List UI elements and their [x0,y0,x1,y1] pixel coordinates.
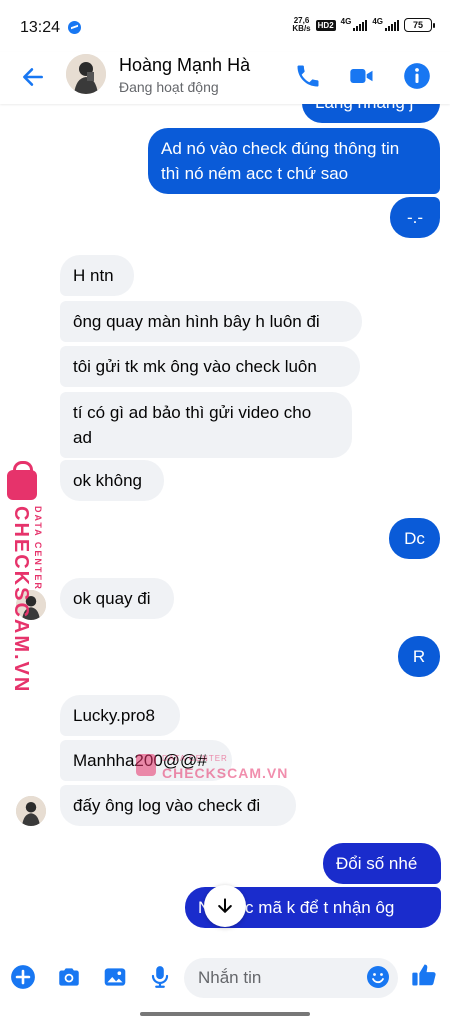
message-outgoing[interactable]: R [398,636,440,677]
watermark-side: CHECKSCAM.VN DATA CENTER [5,461,53,693]
message-composer [0,950,450,1004]
network-speed-unit: KB/s [292,24,311,33]
message-incoming[interactable]: đấy ông log vào check đi [60,785,296,826]
message-incoming[interactable]: ok không [60,460,164,501]
network-type-2: 4G [372,17,383,26]
status-bar: 13:24 27,6 KB/s HD2 4G 4G 75 [0,0,450,52]
message-incoming[interactable]: tí có gì ad bảo thì gửi video cho ad [60,392,352,458]
message-outgoing[interactable]: -.- [390,197,440,238]
microphone-icon[interactable] [147,964,173,990]
contact-avatar-small[interactable] [16,796,46,826]
contact-status: Đang hoạt động [119,79,219,95]
contact-name[interactable]: Hoàng Mạnh Hà [119,55,250,76]
battery-icon: 75 [404,18,435,32]
network-type-1: 4G [340,17,352,26]
scroll-to-bottom-button[interactable] [204,885,246,927]
network-speed: 27,6 KB/s [292,17,310,33]
message-outgoing[interactable]: Dc [389,518,440,559]
message-incoming[interactable]: tôi gửi tk mk ông vào check luôn [60,346,360,387]
battery-level: 75 [412,20,423,30]
camera-icon[interactable] [56,964,82,990]
thumbs-up-icon[interactable] [410,961,438,989]
watermark-lock-icon [7,461,37,500]
watermark-tagline: DATA CENTER [162,754,228,763]
hd-badge: HD2 [315,19,336,31]
status-time: 13:24 [20,19,61,36]
message-incoming[interactable]: H ntn [60,255,134,296]
phone-icon[interactable] [294,62,322,90]
watermark-lock-icon [136,754,156,776]
watermark-brand: CHECKSCAM.VN [162,765,289,781]
emoji-icon[interactable] [366,965,390,989]
signal-icon-1 [353,19,368,31]
status-indicators: 27,6 KB/s HD2 4G 4G 75 [292,17,435,33]
contact-avatar[interactable] [66,54,106,94]
message-incoming[interactable]: ông quay màn hình bây h luôn đi [60,301,362,342]
home-indicator [140,1012,310,1016]
watermark-tagline: DATA CENTER [33,506,43,591]
message-outgoing[interactable]: Ad nó vào check đúng thông tin thì nó né… [148,128,440,194]
gallery-icon[interactable] [102,964,128,990]
back-arrow-icon[interactable] [20,64,46,90]
message-incoming[interactable]: Lucky.pro8 [60,695,180,736]
arrow-down-icon [218,898,232,913]
chat-header: Hoàng Mạnh Hà Đang hoạt động [0,52,450,104]
watermark-brand: CHECKSCAM.VN [10,506,32,694]
message-incoming[interactable]: ok quay đi [60,578,174,619]
info-icon[interactable] [403,62,431,90]
messenger-icon [68,21,81,34]
message-outgoing[interactable]: Đổi số nhé [323,843,441,884]
plus-circle-icon[interactable] [10,964,36,990]
signal-icon-2 [385,19,399,31]
video-call-icon[interactable] [348,62,376,90]
